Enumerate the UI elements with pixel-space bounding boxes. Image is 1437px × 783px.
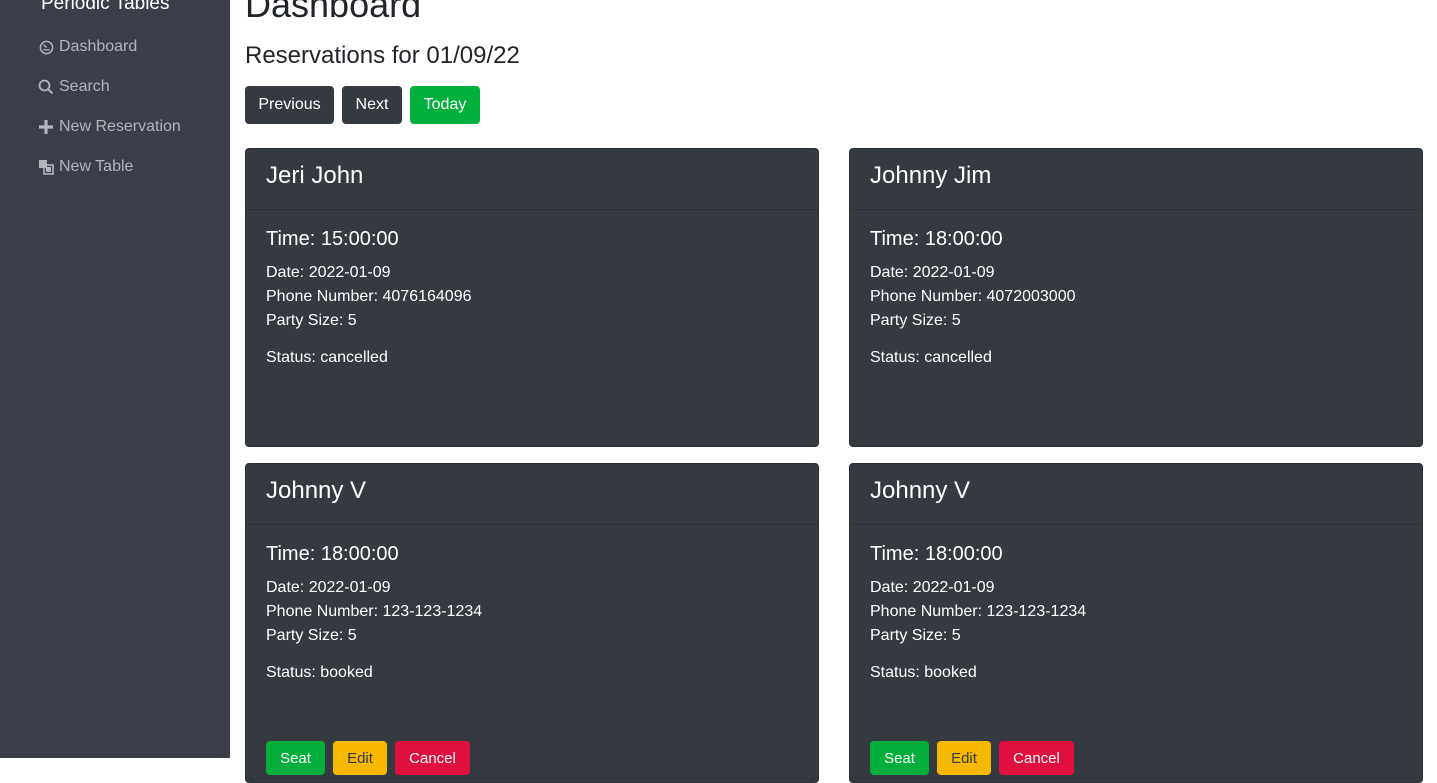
edit-button[interactable]: Edit [333, 741, 387, 775]
reservation-date: Date: 2022-01-09 [266, 264, 391, 281]
reservation-date: Date: 2022-01-09 [266, 579, 391, 596]
reservation-status: Status: booked [870, 664, 977, 681]
reservation-time: Time: 18:00:00 [266, 543, 399, 565]
reservation-phone: Phone Number: 123-123-1234 [870, 603, 1087, 620]
reservation-actions: Seat Edit Cancel [870, 741, 1074, 775]
reservation-status: Status: cancelled [266, 349, 388, 366]
reservation-time: Time: 18:00:00 [870, 228, 1003, 250]
reservation-name: Johnny Jim [850, 149, 1422, 210]
sidebar-item-label: New Table [59, 158, 134, 175]
reservation-party-size: Party Size: 5 [870, 312, 961, 329]
dashboard-icon [38, 39, 54, 55]
reservation-card: Johnny Jim Time: 18:00:00 Date: 2022-01-… [849, 148, 1423, 447]
reservation-phone: Phone Number: 4076164096 [266, 288, 472, 305]
edit-button[interactable]: Edit [937, 741, 991, 775]
main-content: Dashboard Reservations for 01/09/22 Prev… [230, 0, 1437, 783]
reservation-phone: Phone Number: 123-123-1234 [266, 603, 483, 620]
sidebar-item-label: New Reservation [59, 118, 181, 135]
reservation-date: Date: 2022-01-09 [870, 579, 995, 596]
cancel-button[interactable]: Cancel [999, 741, 1074, 775]
search-icon [38, 79, 54, 95]
previous-button[interactable]: Previous [245, 86, 334, 124]
reservation-name: Jeri John [246, 149, 818, 210]
seat-button[interactable]: Seat [870, 741, 929, 775]
reservation-party-size: Party Size: 5 [266, 312, 357, 329]
reservation-card: Johnny V Time: 18:00:00 Date: 2022-01-09… [849, 463, 1423, 783]
reservation-phone: Phone Number: 4072003000 [870, 288, 1076, 305]
sidebar-item-label: Dashboard [59, 38, 138, 55]
sidebar-item-new-reservation[interactable]: New Reservation [38, 115, 181, 139]
page-title: Dashboard [245, 0, 422, 25]
reservation-status: Status: booked [266, 664, 373, 681]
reservation-card: Jeri John Time: 15:00:00 Date: 2022-01-0… [245, 148, 819, 447]
reservation-name: Johnny V [246, 464, 818, 525]
reservation-actions: Seat Edit Cancel [266, 741, 470, 775]
cancel-button[interactable]: Cancel [395, 741, 470, 775]
reservation-status: Status: cancelled [870, 349, 992, 366]
sidebar-item-search[interactable]: Search [38, 75, 110, 99]
sidebar: Periodic Tables Dashboard Search New Res… [0, 0, 230, 758]
reservation-name: Johnny V [850, 464, 1422, 525]
reservation-party-size: Party Size: 5 [870, 627, 961, 644]
sidebar-item-new-table[interactable]: New Table [38, 155, 133, 179]
sidebar-item-dashboard[interactable]: Dashboard [38, 35, 137, 59]
reservation-card: Johnny V Time: 18:00:00 Date: 2022-01-09… [245, 463, 819, 783]
reservation-party-size: Party Size: 5 [266, 627, 357, 644]
table-icon [38, 159, 54, 175]
reservations-date-heading: Reservations for 01/09/22 [245, 42, 520, 69]
brand-title[interactable]: Periodic Tables [41, 0, 170, 15]
reservation-time: Time: 18:00:00 [870, 543, 1003, 565]
today-button[interactable]: Today [410, 86, 480, 124]
plus-icon [38, 119, 54, 135]
next-button[interactable]: Next [342, 86, 402, 124]
reservation-time: Time: 15:00:00 [266, 228, 399, 250]
seat-button[interactable]: Seat [266, 741, 325, 775]
sidebar-item-label: Search [59, 78, 110, 95]
reservation-date: Date: 2022-01-09 [870, 264, 995, 281]
